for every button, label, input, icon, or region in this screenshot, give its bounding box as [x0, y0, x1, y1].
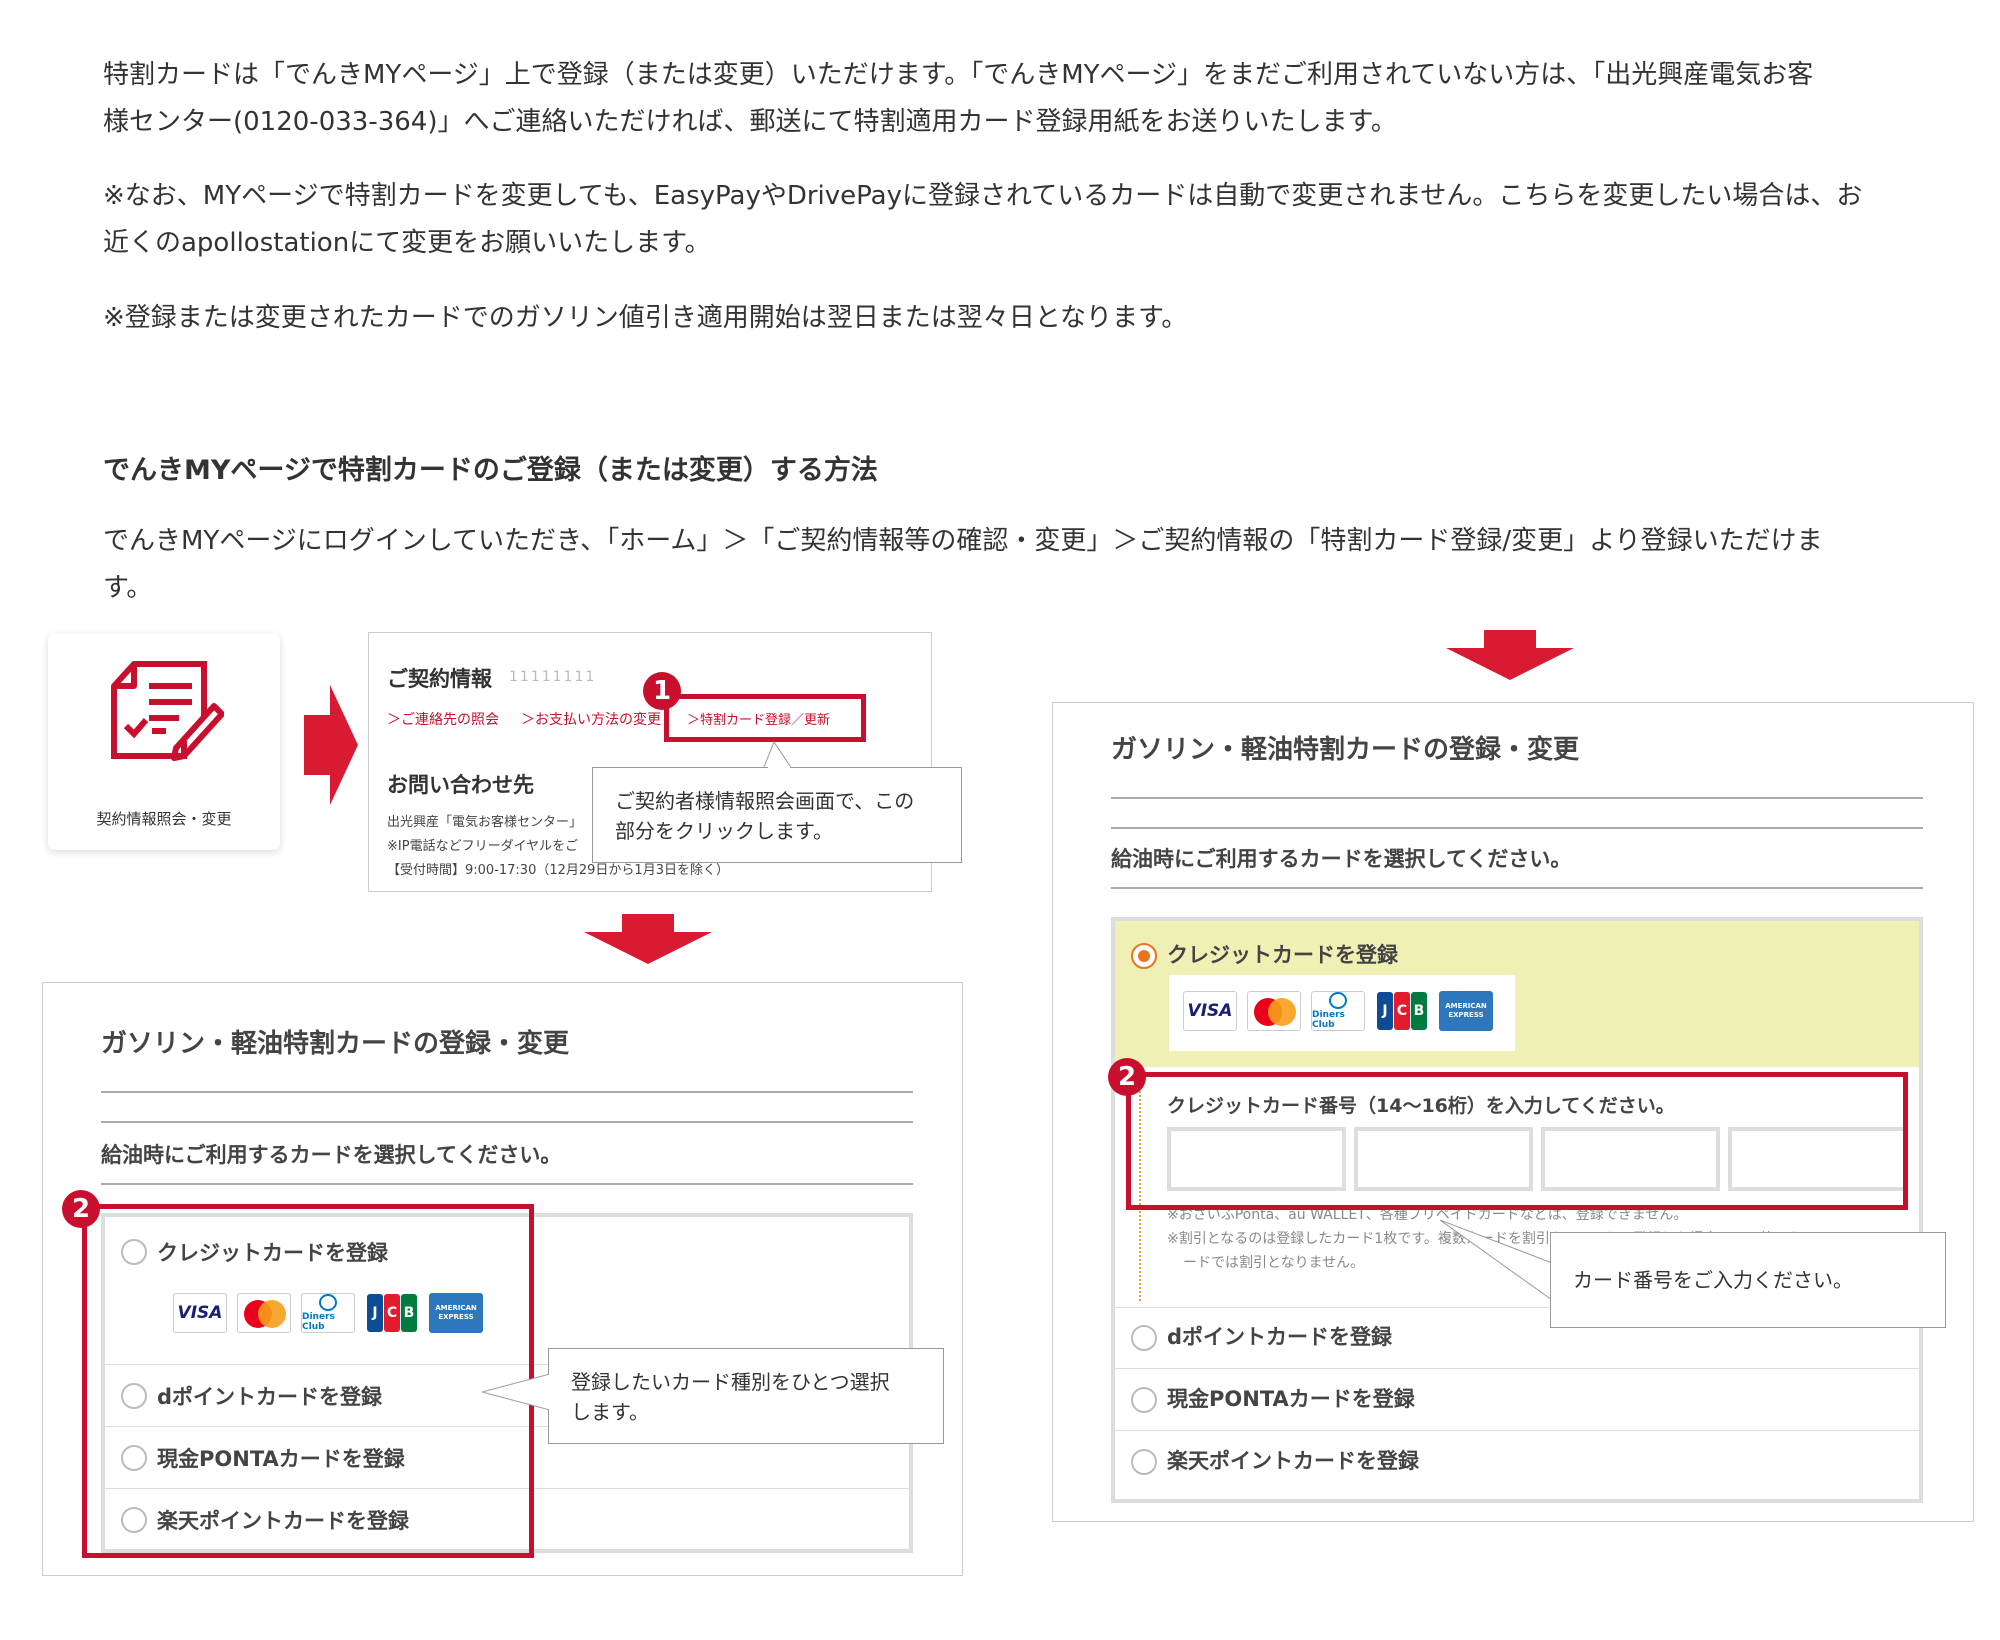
callout-pointer-2: [482, 1373, 550, 1411]
arrow-right-icon: [304, 685, 358, 805]
step-badge-1: 1: [643, 672, 681, 710]
intro-paragraph-3: ※登録または変更されたカードでのガソリン値引き適用開始は翌日または翌々日となりま…: [103, 303, 1188, 333]
form-title: ガソリン・軽油特割カードの登録・変更: [101, 1029, 570, 1059]
link-payment-change[interactable]: ＞お支払い方法の変更: [521, 709, 661, 729]
form-subtitle: 給油時にご利用するカードを選択してください。: [101, 1143, 562, 1167]
jcb-logo: JCB: [1375, 991, 1429, 1031]
inquiry-title: お問い合わせ先: [387, 773, 534, 797]
inquiry-line-1: 出光興産「電気お客様センター」: [387, 815, 583, 830]
callout-step-1: ご契約者様情報照会画面で、この 部分をクリックします。: [592, 767, 962, 863]
option-ponta-right[interactable]: 現金PONTAカードを登録: [1115, 1369, 1919, 1431]
amex-logo: AMERICAN EXPRESS: [1439, 991, 1493, 1031]
tile-label: 契約情報照会・変更: [96, 810, 232, 828]
radio-rakuten-right[interactable]: [1131, 1449, 1157, 1475]
option-rakuten-right[interactable]: 楽天ポイントカードを登録: [1115, 1431, 1919, 1493]
callout-step-3: カード番号をご入力ください。: [1550, 1232, 1946, 1328]
inquiry-line-2: ※IP電話などフリーダイヤルをご: [387, 839, 579, 854]
visa-logo: VISA: [1183, 991, 1237, 1031]
form-subtitle-right: 給油時にご利用するカードを選択してください。: [1111, 847, 1572, 871]
intro-paragraph-2: ※なお、MYページで特割カードを変更しても、EasyPayやDrivePayに登…: [103, 181, 1863, 258]
section-body: でんきMYページにログインしていただき、「ホーム」＞「ご契約情報等の確認・変更」…: [103, 526, 1823, 603]
form-title-right: ガソリン・軽油特割カードの登録・変更: [1111, 735, 1580, 765]
highlight-cc-number: [1126, 1072, 1908, 1210]
mastercard-logo: [1247, 991, 1301, 1031]
arrow-down-icon: [584, 914, 712, 964]
arrow-down-icon-2: [1446, 630, 1574, 680]
document-edit-icon: [111, 661, 224, 761]
highlight-card-options: [82, 1204, 534, 1558]
intro-paragraph-1: 特割カードは「でんきMYページ」上で登録（または変更）いただけます。「でんきMY…: [103, 60, 1814, 137]
link-contact-inquiry[interactable]: ＞ご連絡先の照会: [387, 709, 499, 729]
section-heading: でんきMYページで特割カードのご登録（または変更）する方法: [103, 455, 878, 486]
radio-d-point-right[interactable]: [1131, 1325, 1157, 1351]
step-badge-2-right: 2: [1108, 1058, 1146, 1096]
callout-pointer-3: [1440, 1220, 1560, 1300]
masked-contract-id: 11111111: [509, 669, 597, 685]
callout-step-2: 登録したいカード種別をひとつ選択 します。: [548, 1348, 944, 1444]
radio-credit-selected[interactable]: [1131, 943, 1157, 969]
card-brand-logos-right: VISA Diners Club JCB AMERICAN EXPRESS: [1183, 991, 1493, 1031]
option-credit-selected[interactable]: クレジットカードを登録 VISA Diners Club JCB AMERICA…: [1115, 921, 1919, 1067]
highlight-card-register-link: [664, 694, 866, 742]
diners-logo: Diners Club: [1311, 991, 1365, 1031]
contract-info-title: ご契約情報: [387, 667, 492, 691]
step-badge-2-left: 2: [62, 1190, 100, 1228]
radio-ponta-right[interactable]: [1131, 1387, 1157, 1413]
card-option-list-right: クレジットカードを登録 VISA Diners Club JCB AMERICA…: [1111, 917, 1923, 1503]
contract-info-tile[interactable]: 契約情報照会・変更: [48, 634, 280, 850]
